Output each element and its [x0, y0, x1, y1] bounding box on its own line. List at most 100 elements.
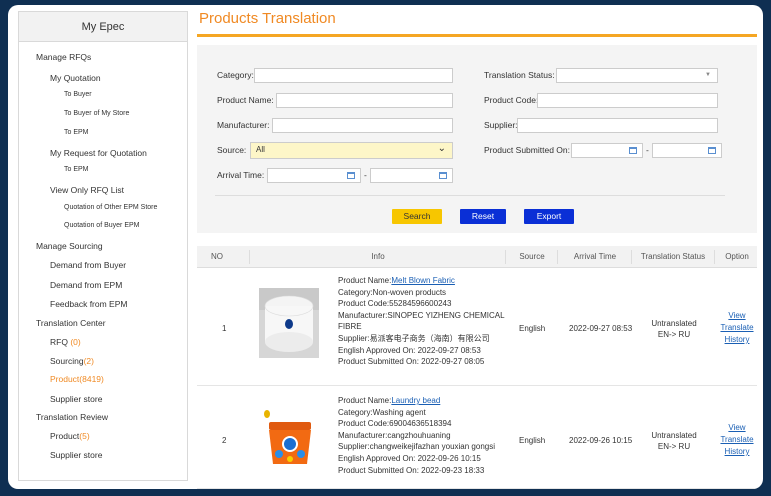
- product-name-line: Product Name:Laundry bead: [338, 395, 495, 407]
- product-name-input[interactable]: [276, 93, 453, 108]
- product-supplier: Supplier:changweikejifazhan youxian gong…: [338, 442, 495, 452]
- product-submitted-on: Product Submitted On: 2022-09-27 08:05: [338, 357, 485, 367]
- arrival-from-date[interactable]: [267, 168, 361, 183]
- sidebar-item-demand-from-epm[interactable]: Demand from EPM: [50, 280, 122, 290]
- sidebar-item-label: Demand from EPM: [50, 280, 123, 290]
- sidebar-item-translation-review[interactable]: Translation Review: [36, 412, 108, 422]
- supplier-label: Supplier:: [484, 120, 518, 130]
- sidebar-item-to-buyer[interactable]: To Buyer: [64, 91, 92, 98]
- category-input[interactable]: [254, 68, 453, 83]
- sidebar-item-label: RFQ: [50, 337, 71, 347]
- sidebar-item-my-quotation[interactable]: My Quotation: [50, 73, 101, 83]
- row-source: English: [519, 436, 546, 445]
- translate-link[interactable]: Translate: [715, 322, 759, 334]
- product-name-link[interactable]: Laundry bead: [391, 396, 440, 405]
- title-underline: [197, 34, 757, 37]
- submitted-to-date[interactable]: [652, 143, 722, 158]
- sidebar-item-view-only-rfq-list[interactable]: View Only RFQ List: [50, 185, 124, 195]
- sidebar-item-label: Feedback from EPM: [50, 299, 128, 309]
- status-text: Untranslated: [651, 319, 697, 328]
- history-link[interactable]: History: [715, 446, 759, 458]
- sidebar-item-sourcing[interactable]: Sourcing(2): [50, 356, 94, 366]
- sidebar-item-count: (5): [79, 431, 90, 441]
- english-approved-on: English Approved On: 2022-09-27 08:53: [338, 345, 481, 355]
- english-approved-on: English Approved On: 2022-09-26 10:15: [338, 453, 481, 463]
- product-name-link[interactable]: Melt Blown Fabric: [391, 276, 455, 285]
- history-link[interactable]: History: [715, 334, 759, 346]
- submitted-on-label: Product Submitted On:: [484, 145, 570, 155]
- view-link[interactable]: View: [715, 422, 759, 434]
- sidebar-item-label: Product(8419): [50, 374, 104, 384]
- product-info: Product Name:Laundry bead Category:Washi…: [338, 395, 495, 476]
- search-button[interactable]: Search: [392, 209, 442, 224]
- sidebar-item-label: To Buyer of My Store: [64, 110, 130, 117]
- main-content: Products Translation Category: Translati…: [197, 5, 757, 489]
- calendar-icon[interactable]: [347, 172, 355, 179]
- calendar-icon[interactable]: [439, 172, 447, 179]
- source-select[interactable]: All ⌄: [250, 142, 453, 159]
- sidebar-item-label: Quotation of Other EPM Store: [64, 204, 158, 211]
- column-divider: [249, 250, 250, 264]
- reset-button[interactable]: Reset: [460, 209, 506, 224]
- translation-status-label: Translation Status:: [484, 70, 555, 80]
- sidebar-item-product-8419[interactable]: Product(8419): [50, 374, 104, 384]
- sidebar-item-label: Sourcing: [50, 356, 84, 366]
- column-header-arrival-time: Arrival Time: [573, 252, 617, 261]
- sidebar-item-product[interactable]: Product(5): [50, 431, 90, 441]
- translation-status-select[interactable]: ▼: [556, 68, 718, 83]
- sidebar-item-quotation-of-buyer-epm[interactable]: Quotation of Buyer EPM: [64, 222, 139, 229]
- chevron-down-icon: ⌄: [437, 143, 446, 154]
- sidebar-item-my-request-for-quotation[interactable]: My Request for Quotation: [50, 148, 147, 158]
- product-name-label: Product Name:: [338, 276, 392, 285]
- view-link[interactable]: View: [715, 310, 759, 322]
- source-label: Source:: [217, 145, 247, 155]
- arrival-to-date[interactable]: [370, 168, 453, 183]
- row-source: English: [519, 324, 546, 333]
- calendar-icon[interactable]: [629, 147, 637, 154]
- sidebar-item-manage-sourcing[interactable]: Manage Sourcing: [36, 241, 103, 251]
- sidebar-item-to-epm[interactable]: To EPM: [64, 166, 89, 173]
- sidebar-item-manage-rfqs[interactable]: Manage RFQs: [36, 52, 91, 62]
- manufacturer-input[interactable]: [272, 118, 453, 133]
- sidebar: My Epec Manage RFQs My Quotation To Buyer T…: [18, 11, 188, 481]
- sidebar-item-feedback-from-epm[interactable]: Feedback from EPM: [50, 299, 127, 309]
- column-divider: [631, 250, 632, 264]
- sidebar-item-label: Demand from Buyer: [50, 260, 127, 270]
- table-row: 2 Product Name:Laundry bead Category:Was…: [197, 386, 757, 489]
- column-header-no: NO: [211, 252, 223, 261]
- product-category: Category:Washing agent: [338, 407, 426, 417]
- export-button[interactable]: Export: [524, 209, 574, 224]
- sidebar-item-supplier-store[interactable]: Supplier store: [50, 394, 102, 404]
- manufacturer-label: Manufacturer:: [217, 120, 270, 130]
- sidebar-item-label: Manage Sourcing: [36, 241, 103, 251]
- sidebar-item-count: (0): [70, 337, 81, 347]
- product-submitted-on: Product Submitted On: 2022-09-23 18:33: [338, 465, 485, 475]
- column-header-source: Source: [519, 252, 545, 261]
- sidebar-item-to-buyer-of-my-store[interactable]: To Buyer of My Store: [64, 110, 129, 117]
- row-options: View Translate History: [715, 422, 759, 458]
- calendar-icon[interactable]: [708, 147, 716, 154]
- product-manufacturer-cont: FIBRE: [338, 322, 362, 332]
- date-range-separator: -: [364, 170, 367, 180]
- sidebar-item-translation-center[interactable]: Translation Center: [36, 318, 106, 328]
- sidebar-item-to-epm[interactable]: To EPM: [64, 129, 89, 136]
- product-supplier: Supplier:易派客电子商务（海南）有限公司: [338, 333, 490, 343]
- row-translation-status: Untranslated EN-> RU: [637, 430, 711, 452]
- sidebar-item-supplier-store[interactable]: Supplier store: [50, 450, 102, 460]
- product-code-input[interactable]: [537, 93, 718, 108]
- sidebar-item-label: Supplier store: [50, 394, 103, 404]
- sidebar-item-rfq[interactable]: RFQ (0): [50, 337, 81, 347]
- sidebar-item-label: To EPM: [64, 166, 89, 173]
- page-title: Products Translation: [199, 10, 336, 27]
- supplier-input[interactable]: [517, 118, 718, 133]
- submitted-from-date[interactable]: [571, 143, 643, 158]
- sidebar-item-demand-from-buyer[interactable]: Demand from Buyer: [50, 260, 126, 270]
- sidebar-item-label: Product: [50, 431, 80, 441]
- app-window: My Epec Manage RFQs My Quotation To Buyer T…: [8, 5, 763, 489]
- row-arrival-time: 2022-09-27 08:53: [569, 324, 633, 333]
- column-header-info: Info: [371, 252, 385, 261]
- sidebar-item-quotation-of-other-epm-store[interactable]: Quotation of Other EPM Store: [64, 204, 157, 211]
- filter-panel: Category: Translation Status: ▼ Product …: [197, 45, 757, 233]
- caret-down-icon: ▼: [705, 72, 711, 78]
- translate-link[interactable]: Translate: [715, 434, 759, 446]
